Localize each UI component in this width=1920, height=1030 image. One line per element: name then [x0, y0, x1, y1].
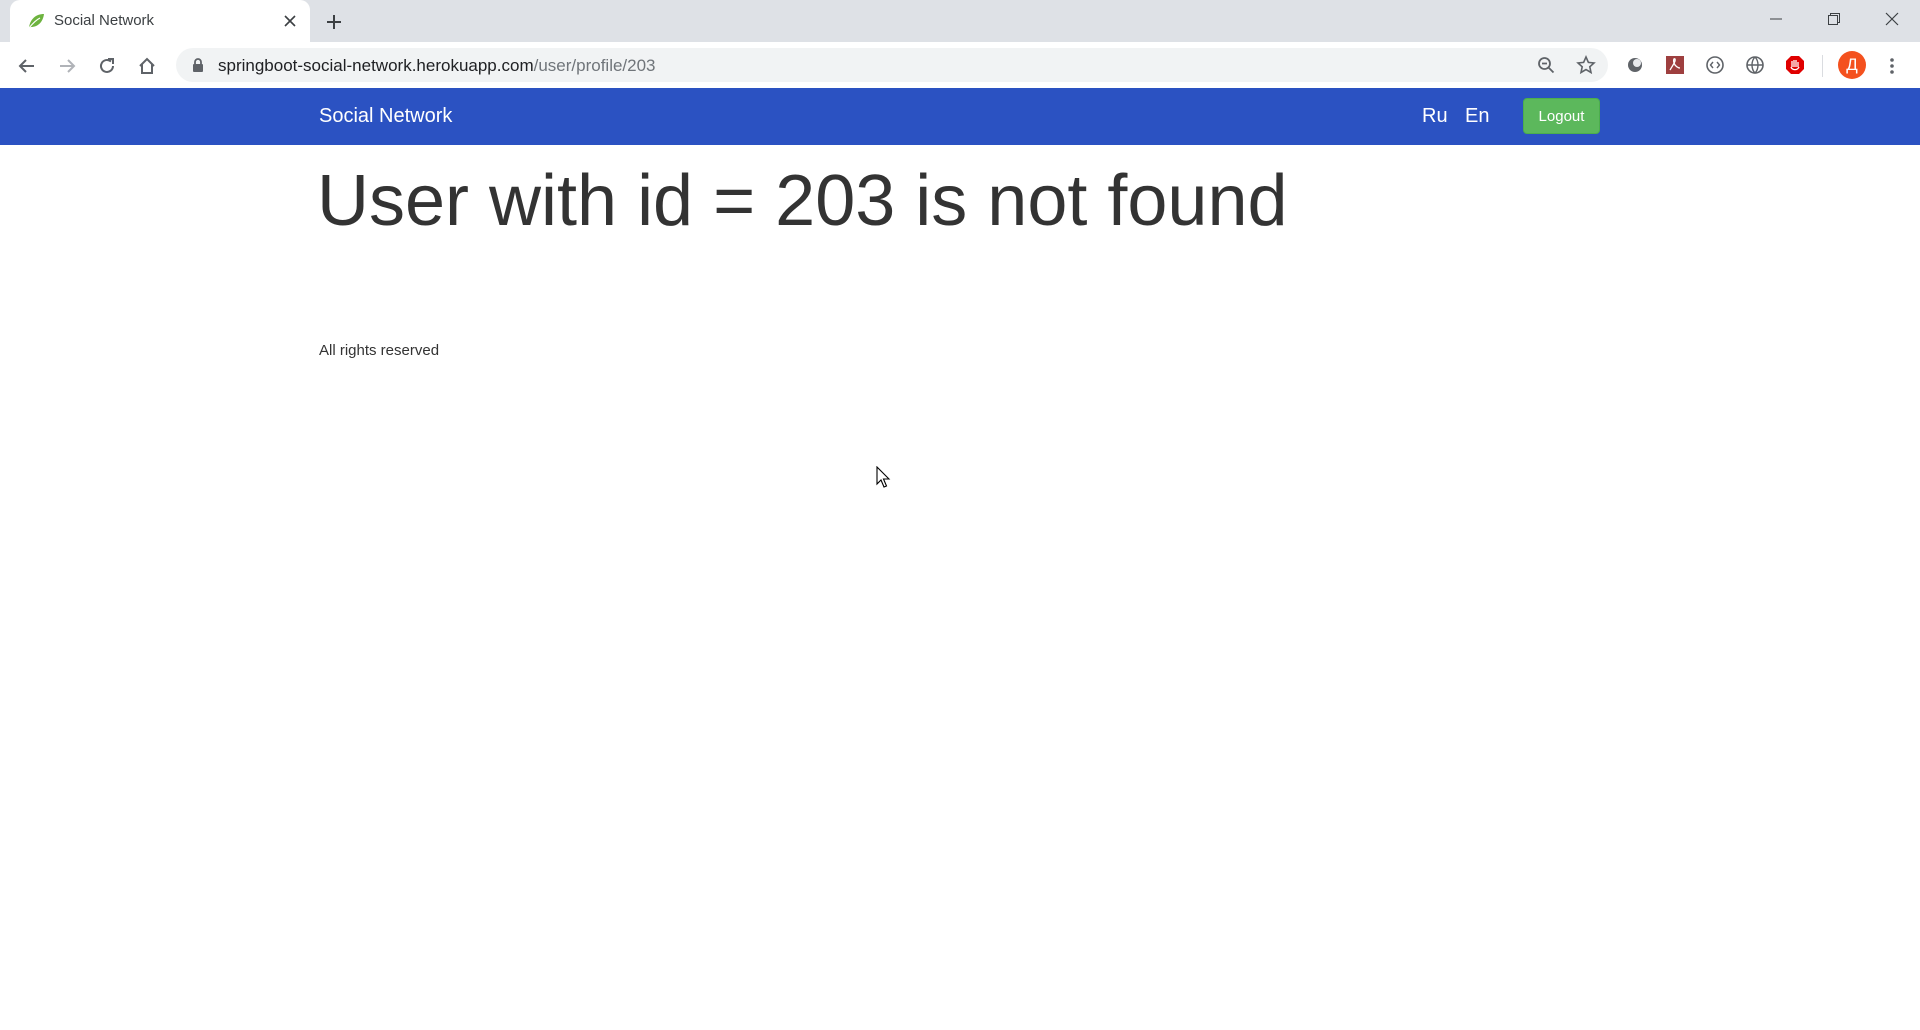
browser-tab-strip: Social Network — [0, 0, 1920, 42]
code-extension-icon[interactable] — [1700, 50, 1730, 80]
toolbar-divider — [1822, 55, 1823, 77]
spring-leaf-icon — [26, 11, 46, 31]
url-path: /user/profile/203 — [533, 56, 656, 75]
mouse-cursor-icon — [876, 465, 892, 490]
globe-extension-icon[interactable] — [1740, 50, 1770, 80]
new-tab-icon[interactable] — [320, 8, 348, 36]
tab-title: Social Network — [54, 12, 155, 29]
kebab-menu-icon[interactable] — [1876, 50, 1908, 82]
logout-button[interactable]: Logout — [1523, 98, 1600, 134]
extension-circle-icon[interactable] — [1620, 50, 1650, 80]
home-icon[interactable] — [131, 50, 163, 82]
bookmark-star-icon[interactable] — [1574, 53, 1598, 77]
page-title: User with id = 203 is not found — [317, 161, 1288, 241]
site-navbar: Social Network Ru En Logout — [0, 88, 1920, 145]
footer-text: All rights reserved — [319, 342, 440, 359]
zoom-icon[interactable] — [1534, 53, 1558, 77]
url-text[interactable]: springboot-social-network.herokuapp.com/… — [218, 56, 656, 76]
profile-avatar[interactable]: Д — [1838, 51, 1866, 79]
browser-toolbar: springboot-social-network.herokuapp.com/… — [0, 42, 1920, 88]
url-host: springboot-social-network.herokuapp.com — [218, 56, 534, 75]
reload-icon[interactable] — [91, 50, 123, 82]
back-arrow-icon[interactable] — [11, 50, 43, 82]
adblock-icon[interactable] — [1780, 50, 1810, 80]
minimize-icon[interactable] — [1748, 0, 1804, 38]
address-bar[interactable]: springboot-social-network.herokuapp.com/… — [176, 48, 1608, 82]
forward-arrow-icon[interactable] — [51, 50, 83, 82]
lock-icon[interactable] — [190, 57, 206, 73]
pdf-extension-icon[interactable] — [1660, 50, 1690, 80]
restore-icon[interactable] — [1806, 0, 1862, 38]
brand-link[interactable]: Social Network — [319, 105, 452, 128]
close-window-icon[interactable] — [1864, 0, 1920, 38]
language-ru-link[interactable]: Ru — [1422, 105, 1448, 128]
close-tab-icon[interactable] — [278, 9, 302, 33]
browser-tab[interactable]: Social Network — [10, 0, 310, 42]
language-en-link[interactable]: En — [1465, 105, 1489, 128]
